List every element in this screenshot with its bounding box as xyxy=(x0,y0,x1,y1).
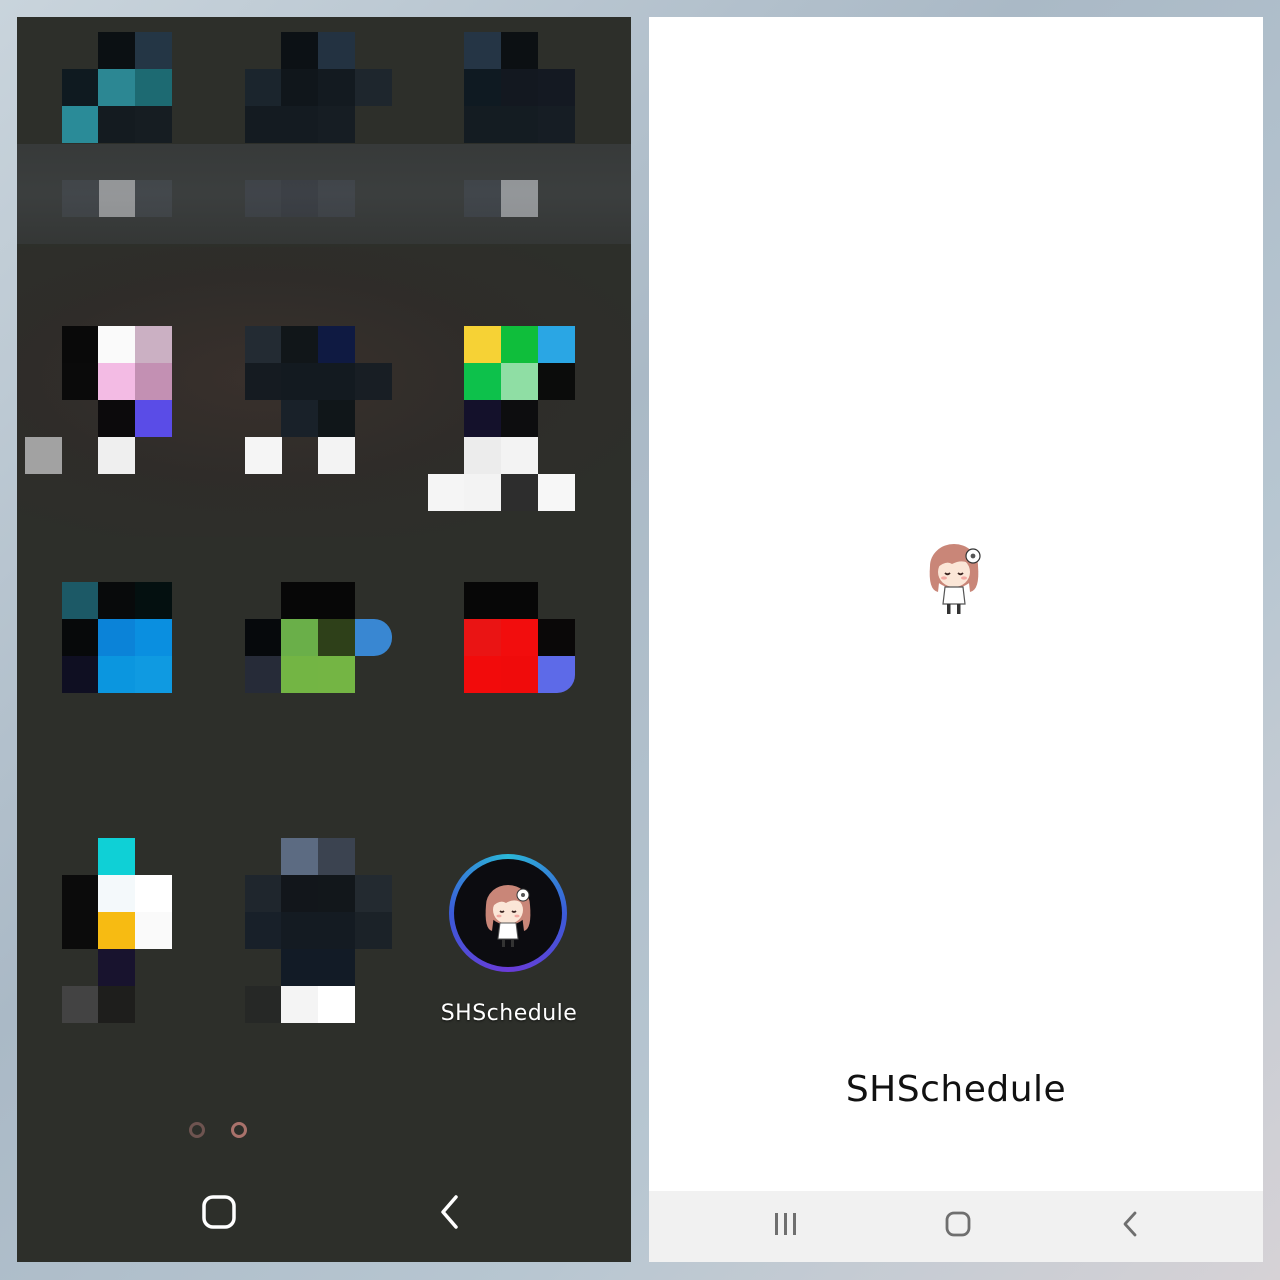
app-icon-ring xyxy=(449,854,567,972)
page-dot-current[interactable] xyxy=(231,1122,247,1138)
blurred-app-icon[interactable] xyxy=(25,326,222,516)
home-button[interactable] xyxy=(194,1189,244,1239)
home-screen: SHSchedule xyxy=(17,17,631,1262)
home-icon xyxy=(202,1195,236,1233)
recents-icon xyxy=(773,1212,799,1240)
blurred-app-icon[interactable] xyxy=(245,838,405,1028)
app-title: SHSchedule xyxy=(845,1069,1067,1110)
blurred-app-icon[interactable] xyxy=(62,582,222,772)
shschedule-app[interactable]: SHSchedule xyxy=(429,847,589,1047)
back-button[interactable] xyxy=(425,1189,475,1239)
back-button[interactable] xyxy=(1105,1201,1155,1251)
blurred-app-icon[interactable] xyxy=(428,326,588,516)
recents-button[interactable] xyxy=(761,1201,811,1251)
blurred-app-icon[interactable] xyxy=(428,582,588,772)
girl-avatar-icon xyxy=(924,542,988,618)
home-button[interactable] xyxy=(933,1201,983,1251)
page-indicator[interactable] xyxy=(189,1120,269,1140)
navigation-bar xyxy=(17,1167,631,1262)
page-dot[interactable] xyxy=(189,1122,205,1138)
navigation-bar xyxy=(649,1191,1263,1262)
blurred-app-icon[interactable] xyxy=(62,838,222,1028)
girl-avatar-icon xyxy=(454,859,562,967)
pixelated-app-grid xyxy=(17,17,631,1262)
home-icon xyxy=(945,1211,971,1241)
back-icon xyxy=(1121,1210,1139,1242)
back-icon xyxy=(438,1194,462,1234)
splash-screen: SHSchedule xyxy=(649,17,1263,1262)
blurred-app-icon[interactable] xyxy=(245,582,405,772)
blurred-app-icon[interactable] xyxy=(245,326,405,516)
app-label[interactable]: SHSchedule xyxy=(429,1001,589,1026)
